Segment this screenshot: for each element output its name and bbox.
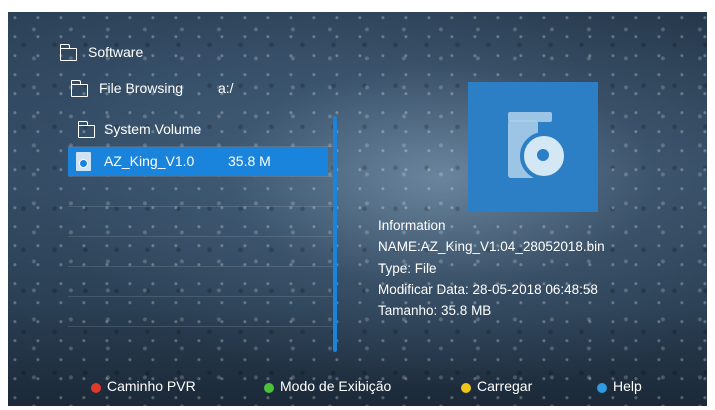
red-button-icon — [91, 383, 101, 393]
info-name: NAME:AZ_King_V1.04_28052018.bin — [378, 239, 605, 254]
legend-label: Caminho PVR — [107, 378, 196, 394]
list-divider — [68, 326, 333, 327]
rain-background — [8, 12, 707, 406]
list-item-label: System Volume — [104, 121, 202, 137]
location-label: File Browsing — [99, 80, 184, 96]
tv-screen: Software File Browsing a:/ System Volume… — [8, 12, 707, 406]
preview-tile — [468, 82, 598, 212]
green-button-icon — [264, 383, 274, 393]
location-path: a:/ — [218, 80, 234, 96]
folder-icon — [77, 121, 95, 138]
info-size: Tamanho: 35.8 MB — [378, 303, 492, 318]
legend-label: Help — [613, 378, 642, 394]
list-divider — [68, 236, 333, 237]
disc-hole — [535, 147, 551, 163]
list-divider — [68, 266, 333, 267]
scrollbar[interactable] — [333, 120, 337, 352]
info-heading: Information — [378, 218, 446, 233]
list-divider — [68, 206, 333, 207]
info-type: Type: File — [378, 261, 437, 276]
blue-button-icon — [597, 383, 607, 393]
yellow-button-icon — [461, 383, 471, 393]
file-size: 35.8 M — [228, 153, 271, 169]
legend-label: Carregar — [477, 378, 533, 394]
folder-icon — [70, 80, 88, 97]
info-modified: Modificar Data: 28-05-2018 06:48:58 — [378, 282, 598, 297]
legend-label: Modo de Exibição — [280, 378, 392, 394]
list-divider — [68, 176, 333, 177]
file-name: AZ_King_V1.0 — [104, 153, 195, 169]
list-item-selected-file[interactable]: AZ_King_V1.0 35.8 M — [68, 147, 328, 176]
disc-file-icon — [76, 152, 91, 171]
page-title: Software — [88, 44, 144, 60]
folder-icon — [59, 44, 77, 61]
list-divider — [68, 296, 333, 297]
